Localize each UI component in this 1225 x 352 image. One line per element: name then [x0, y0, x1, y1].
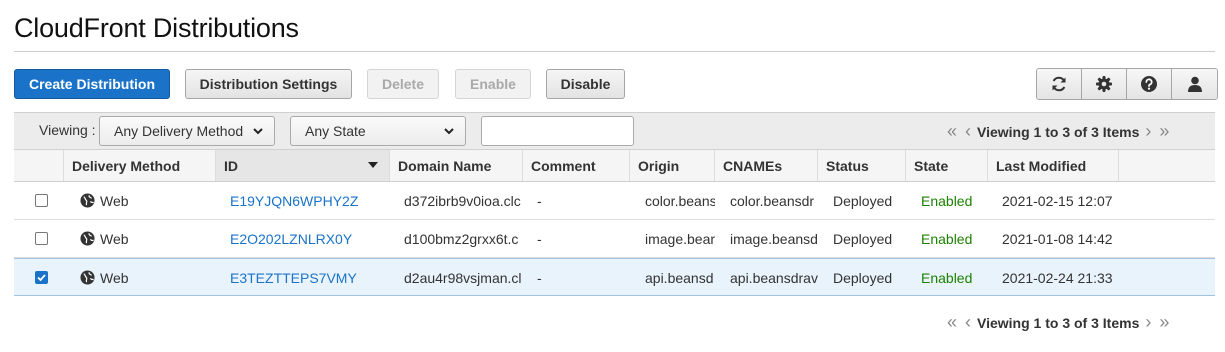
pager-bottom: « ‹ Viewing 1 to 3 of 3 Items › »: [947, 312, 1169, 333]
table-row[interactable]: Web E19YJQN6WPHY2Z d372ibrb9v0ioa.clc - …: [14, 182, 1215, 220]
comment-cell: -: [537, 192, 542, 209]
help-icon: [1141, 76, 1157, 92]
checkmark-icon: [37, 274, 46, 282]
last-page-icon[interactable]: »: [1159, 312, 1169, 333]
delivery-method-cell: Web: [80, 182, 129, 219]
row-checkbox[interactable]: [35, 194, 48, 207]
globe-icon: [80, 193, 95, 208]
sort-desc-icon: [368, 162, 378, 168]
header-status[interactable]: Status: [817, 150, 905, 181]
globe-icon: [80, 270, 95, 285]
last-modified-cell: 2021-01-08 14:42: [1002, 230, 1113, 247]
status-cell: Deployed: [833, 269, 893, 286]
settings-button[interactable]: [1082, 69, 1127, 99]
origin-cell: color.beans: [645, 192, 715, 209]
create-distribution-button[interactable]: Create Distribution: [14, 69, 170, 99]
delivery-method-cell: Web: [80, 259, 129, 296]
chevron-down-icon: [253, 128, 263, 135]
delete-button[interactable]: Delete: [367, 69, 439, 99]
header-domain-name[interactable]: Domain Name: [389, 150, 522, 181]
help-button[interactable]: [1127, 69, 1172, 99]
row-checkbox[interactable]: [35, 271, 48, 284]
comment-cell: -: [537, 230, 542, 247]
gear-icon: [1096, 76, 1112, 92]
first-page-icon[interactable]: «: [947, 312, 957, 333]
state-value: Any State: [305, 123, 366, 139]
status-cell: Deployed: [833, 192, 893, 209]
last-modified-cell: 2021-02-15 12:07: [1002, 192, 1113, 209]
pager-text: Viewing 1 to 3 of 3 Items: [977, 314, 1140, 331]
domain-name-cell: d372ibrb9v0ioa.clc: [404, 192, 521, 209]
delivery-method-value: Any Delivery Method: [114, 123, 244, 139]
last-modified-cell: 2021-02-24 21:33: [1002, 269, 1113, 286]
table-row[interactable]: Web E3TEZTTEPS7VMY d2au4r98vsjman.cl - a…: [14, 258, 1215, 296]
refresh-button[interactable]: [1037, 69, 1082, 99]
header-id[interactable]: ID: [215, 150, 389, 181]
prev-page-icon[interactable]: ‹: [965, 312, 971, 333]
enable-button[interactable]: Enable: [455, 69, 531, 99]
row-checkbox[interactable]: [35, 232, 48, 245]
header-origin[interactable]: Origin: [629, 150, 714, 181]
prev-page-icon[interactable]: ‹: [965, 121, 971, 142]
state-select[interactable]: Any State: [290, 116, 466, 146]
search-input[interactable]: [481, 116, 634, 146]
title-divider: [14, 51, 1215, 52]
viewing-label: Viewing :: [39, 122, 96, 138]
table-header: Delivery Method ID Domain Name Comment O…: [14, 150, 1215, 182]
disable-button[interactable]: Disable: [546, 69, 625, 99]
header-cnames[interactable]: CNAMEs: [714, 150, 817, 181]
header-last-modified[interactable]: Last Modified: [987, 150, 1118, 181]
distribution-settings-button[interactable]: Distribution Settings: [185, 69, 352, 99]
domain-name-cell: d100bmz2grxx6t.c: [404, 230, 519, 247]
delivery-method-cell: Web: [80, 220, 129, 257]
state-cell: Enabled: [921, 269, 973, 286]
status-cell: Deployed: [833, 230, 893, 247]
chevron-down-icon: [444, 128, 454, 135]
filter-bar: Viewing : Any Delivery Method Any State …: [14, 112, 1215, 150]
next-page-icon[interactable]: ›: [1145, 121, 1151, 142]
delivery-method-select[interactable]: Any Delivery Method: [99, 116, 275, 146]
header-comment[interactable]: Comment: [522, 150, 629, 181]
cnames-cell: image.beansd: [730, 230, 818, 247]
origin-cell: api.beansd: [645, 269, 714, 286]
user-icon: [1187, 76, 1202, 92]
refresh-icon: [1052, 76, 1066, 92]
distribution-id-link[interactable]: E2O202LZNLRX0Y: [230, 220, 380, 257]
comment-cell: -: [537, 269, 542, 286]
state-cell: Enabled: [921, 192, 973, 209]
cnames-cell: api.beansdrav: [730, 269, 818, 286]
header-delivery-method[interactable]: Delivery Method: [63, 150, 215, 181]
distribution-id-link[interactable]: E19YJQN6WPHY2Z: [230, 182, 380, 219]
domain-name-cell: d2au4r98vsjman.cl: [404, 269, 522, 286]
pager-top: « ‹ Viewing 1 to 3 of 3 Items › »: [947, 121, 1169, 142]
origin-cell: image.bear: [645, 230, 715, 247]
header-checkbox-col: [14, 150, 63, 181]
user-button[interactable]: [1172, 69, 1217, 99]
state-cell: Enabled: [921, 230, 973, 247]
header-spacer: [1118, 150, 1215, 181]
first-page-icon[interactable]: «: [947, 121, 957, 142]
page-title: CloudFront Distributions: [14, 13, 299, 43]
globe-icon: [80, 231, 95, 246]
last-page-icon[interactable]: »: [1159, 121, 1169, 142]
header-state[interactable]: State: [905, 150, 987, 181]
next-page-icon[interactable]: ›: [1145, 312, 1151, 333]
pager-text: Viewing 1 to 3 of 3 Items: [977, 123, 1140, 140]
toolbar-icon-group: [1036, 68, 1218, 100]
cnames-cell: color.beansdr: [730, 192, 815, 209]
table-row[interactable]: Web E2O202LZNLRX0Y d100bmz2grxx6t.c - im…: [14, 220, 1215, 258]
distribution-id-link[interactable]: E3TEZTTEPS7VMY: [230, 259, 380, 296]
